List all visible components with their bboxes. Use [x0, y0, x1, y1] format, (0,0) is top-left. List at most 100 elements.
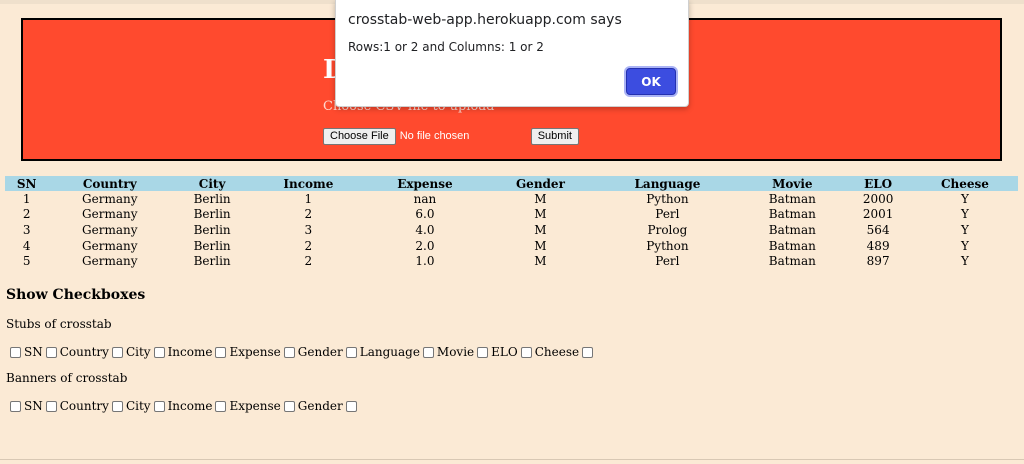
table-cell: Berlin [193, 254, 231, 269]
checkbox-section-title: Show Checkboxes [6, 287, 146, 303]
table-body: 1 Germany Berlin 1 nan M Python Batman 2000 Y 2 Ger… [5, 191, 1018, 269]
data-table: SN Country City Income Expense Gender La… [5, 176, 1018, 269]
banners-checkbox-row: SN Country City Income Expense Gender [8, 398, 360, 414]
table-row: 4 Germany Berlin 2 2.0 M Python Batman 489 Y [5, 238, 1018, 254]
column-header: Language [634, 176, 701, 191]
column-header: Expense [397, 176, 453, 191]
stubs-checkbox[interactable] [477, 346, 489, 358]
table-cell: M [534, 207, 547, 222]
table-cell: 5 [22, 254, 31, 269]
stubs-checkbox-label: Gender [297, 345, 343, 359]
table-cell: 4.0 [415, 222, 435, 237]
table-row: 2 Germany Berlin 2 6.0 M Perl Batman 2001 Y [5, 207, 1018, 223]
stubs-checkbox[interactable] [345, 346, 357, 358]
table-cell: Germany [82, 238, 138, 253]
bottom-divider [0, 459, 1024, 460]
banners-checkbox[interactable] [345, 400, 357, 412]
banners-checkbox-label: Expense [229, 399, 281, 413]
stubs-label: Stubs of crosstab [6, 317, 112, 331]
stubs-checkbox[interactable] [283, 346, 295, 358]
table-cell: 4 [22, 238, 31, 253]
table-cell: 2000 [862, 191, 894, 206]
table-cell: Y [960, 222, 969, 237]
table-cell: 489 [866, 238, 890, 253]
stubs-checkbox-label: Income [167, 345, 213, 359]
table-cell: Germany [82, 222, 138, 237]
banners-checkbox-label: Income [167, 399, 213, 413]
ok-button[interactable]: OK [626, 68, 676, 95]
banners-checkbox[interactable] [111, 400, 123, 412]
table-cell: Batman [768, 222, 816, 237]
alert-dialog: crosstab-web-app.herokuapp.com says Rows… [335, 0, 689, 107]
table-cell: Python [646, 191, 689, 206]
stubs-checkbox-label: City [125, 345, 151, 359]
table-cell: 6.0 [415, 207, 435, 222]
stubs-checkbox[interactable] [582, 346, 594, 358]
stubs-checkbox[interactable] [45, 346, 57, 358]
banners-checkbox[interactable] [283, 400, 295, 412]
table-cell: Batman [768, 207, 816, 222]
table-cell: Batman [768, 191, 816, 206]
table-cell: 3 [304, 222, 313, 237]
stubs-checkbox[interactable] [10, 346, 21, 358]
banners-checkbox[interactable] [153, 400, 165, 412]
table-cell: Perl [655, 254, 680, 269]
table-cell: Germany [82, 191, 138, 206]
banners-checkbox[interactable] [215, 400, 227, 412]
table-cell: 2 [304, 254, 313, 269]
banners-checkbox[interactable] [45, 400, 57, 412]
stubs-checkbox-label: Expense [229, 345, 281, 359]
table-cell: Y [960, 238, 969, 253]
banners-label: Banners of crosstab [6, 371, 128, 385]
table-cell: 1 [304, 191, 313, 206]
table-cell: Y [960, 191, 969, 206]
column-header: Gender [515, 176, 565, 191]
choose-file-button[interactable]: Choose File [323, 127, 396, 145]
table-cell: Berlin [193, 207, 231, 222]
table-row: 1 Germany Berlin 1 nan M Python Batman 2000 Y [5, 191, 1018, 207]
table-cell: M [534, 222, 547, 237]
table-cell: 3 [22, 222, 31, 237]
table-cell: Python [646, 238, 689, 253]
column-header: Movie [772, 176, 813, 191]
table-header-row: SN Country City Income Expense Gender La… [5, 176, 1018, 191]
stubs-checkbox-label: ELO [491, 345, 518, 359]
column-header: Cheese [940, 176, 989, 191]
table-cell: nan [413, 191, 437, 206]
stubs-checkbox[interactable] [153, 346, 165, 358]
table-row: 3 Germany Berlin 3 4.0 M Prolog Batman 564 Y [5, 222, 1018, 238]
stubs-checkbox-label: Country [59, 345, 109, 359]
table-cell: 2 [304, 238, 313, 253]
file-upload-row: Choose File No file chosen Submit [323, 126, 579, 146]
table-row: 5 Germany Berlin 2 1.0 M Perl Batman 897 Y [5, 253, 1018, 269]
table-cell: Berlin [193, 238, 231, 253]
column-header: ELO [864, 176, 893, 191]
stubs-checkbox-label: Cheese [534, 345, 580, 359]
table-cell: Germany [82, 254, 138, 269]
column-header: Country [82, 176, 137, 191]
table-cell: 2 [304, 207, 313, 222]
stubs-checkbox[interactable] [111, 346, 123, 358]
stubs-checkbox-label: Language [359, 345, 420, 359]
dialog-title: crosstab-web-app.herokuapp.com says [348, 12, 622, 28]
stubs-checkbox[interactable] [520, 346, 532, 358]
table-cell: Perl [655, 207, 680, 222]
table-cell: Berlin [193, 191, 231, 206]
table-cell: M [534, 254, 547, 269]
stubs-checkbox[interactable] [422, 346, 434, 358]
table-cell: 564 [866, 222, 890, 237]
stubs-checkbox[interactable] [215, 346, 227, 358]
banners-checkbox[interactable] [10, 400, 21, 412]
table-cell: 2001 [862, 207, 894, 222]
file-status-text: No file chosen [399, 130, 470, 142]
table-cell: Berlin [193, 222, 231, 237]
banners-checkbox-label: City [125, 399, 151, 413]
column-header: Income [283, 176, 334, 191]
table-cell: 2 [22, 207, 31, 222]
column-header: City [198, 176, 226, 191]
submit-button[interactable]: Submit [530, 127, 579, 145]
table-cell: 1 [22, 191, 31, 206]
table-cell: Y [960, 207, 969, 222]
stubs-checkbox-row: SN Country City Income Expense Gender Language… [8, 344, 596, 360]
table-cell: Batman [768, 254, 816, 269]
